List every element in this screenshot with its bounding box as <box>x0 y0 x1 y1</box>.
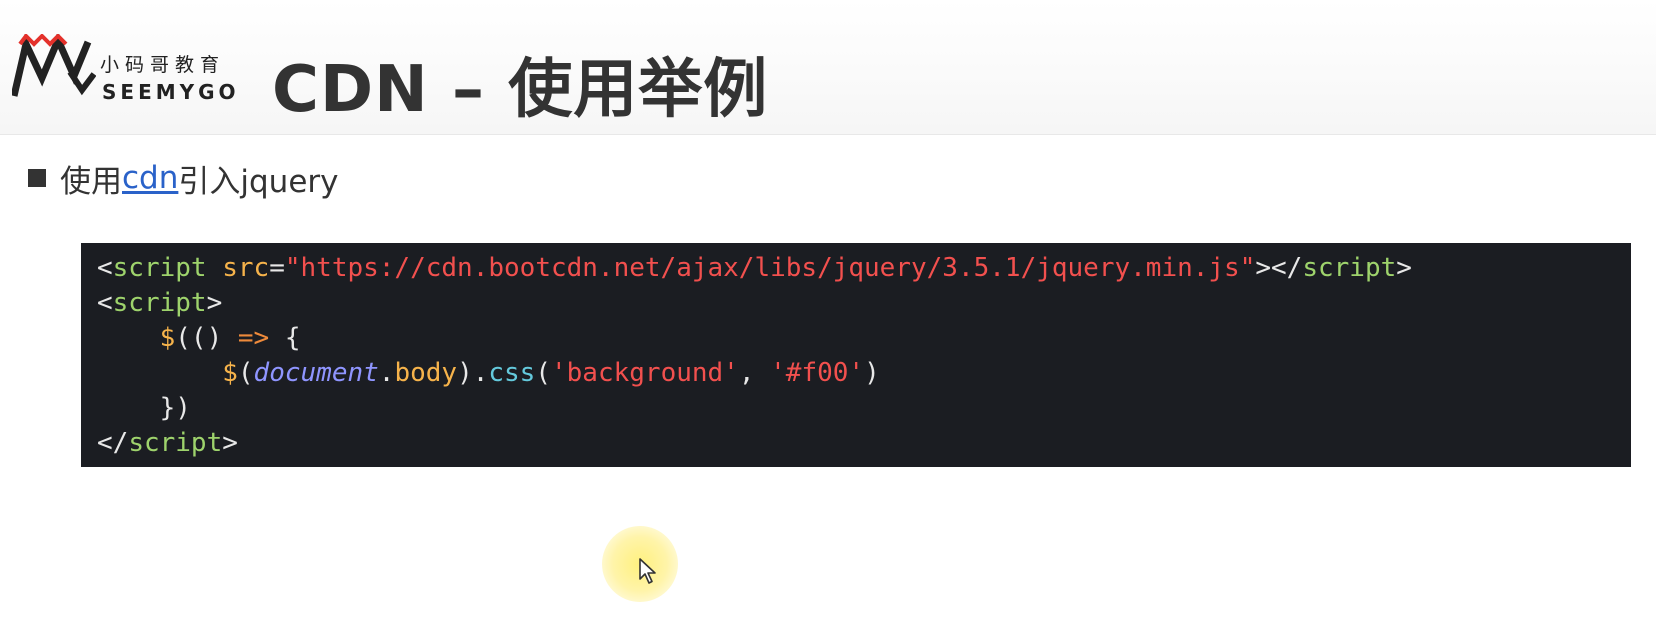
code-token: }) <box>159 393 191 423</box>
seemygo-logo-icon <box>12 34 96 97</box>
logo-english-text: SEEMYGO <box>102 80 240 104</box>
code-token: body <box>394 358 458 388</box>
code-line-5: }) <box>97 391 1631 426</box>
code-token: < <box>97 253 113 283</box>
code-token: script <box>1302 253 1397 283</box>
code-token: < <box>97 288 113 318</box>
code-token: script <box>128 428 223 458</box>
bullet-square-icon <box>28 169 46 187</box>
code-token: , <box>738 358 771 388</box>
code-token: > <box>206 288 223 318</box>
code-line-2: <script> <box>97 286 1631 321</box>
code-token: script <box>112 253 207 283</box>
code-token: script <box>112 288 207 318</box>
code-token: $ <box>222 358 238 388</box>
code-line-3: $(() => { <box>97 321 1631 356</box>
slide-title: CDN – 使用举例 <box>272 53 769 127</box>
seemygo-logo: 小码哥教育 SEEMYGO <box>12 34 236 104</box>
code-token: ></ <box>1255 253 1303 283</box>
code-token: ). <box>457 358 489 388</box>
code-token: (() <box>175 323 238 353</box>
mouse-pointer-icon <box>639 558 656 584</box>
code-token: src <box>206 253 270 283</box>
code-token: { <box>269 323 301 353</box>
code-token: ( <box>535 358 551 388</box>
code-token: 'background' <box>551 358 739 388</box>
code-token: $ <box>159 323 176 353</box>
code-line-1: <script src="https://cdn.bootcdn.net/aja… <box>97 251 1631 286</box>
slide-header: 小码哥教育 SEEMYGO CDN – 使用举例 <box>0 0 1656 135</box>
cdn-link[interactable]: cdn <box>122 160 178 196</box>
code-token: > <box>1396 253 1412 283</box>
code-token: '#f00' <box>770 358 865 388</box>
code-token: ( <box>237 358 254 388</box>
code-token: </ <box>97 428 129 458</box>
code-token: > <box>222 428 238 458</box>
bullet-point: 使用 cdn 引入jquery <box>28 156 338 200</box>
bullet-text-prefix: 使用 <box>60 163 122 200</box>
code-token: = <box>269 253 285 283</box>
code-token: . <box>378 358 395 388</box>
logo-chinese-text: 小码哥教育 <box>100 54 226 76</box>
code-token: ) <box>864 358 880 388</box>
code-token: document <box>253 358 379 388</box>
code-token: => <box>237 323 270 353</box>
code-block: <script src="https://cdn.bootcdn.net/aja… <box>81 243 1631 467</box>
code-line-4: $(document.body).css('background', '#f00… <box>97 356 1631 391</box>
bullet-text-suffix: 引入jquery <box>178 163 339 200</box>
code-token: "https://cdn.bootcdn.net/ajax/libs/jquer… <box>284 253 1256 283</box>
code-line-6: </script> <box>97 426 1631 461</box>
code-token: css <box>488 358 536 388</box>
